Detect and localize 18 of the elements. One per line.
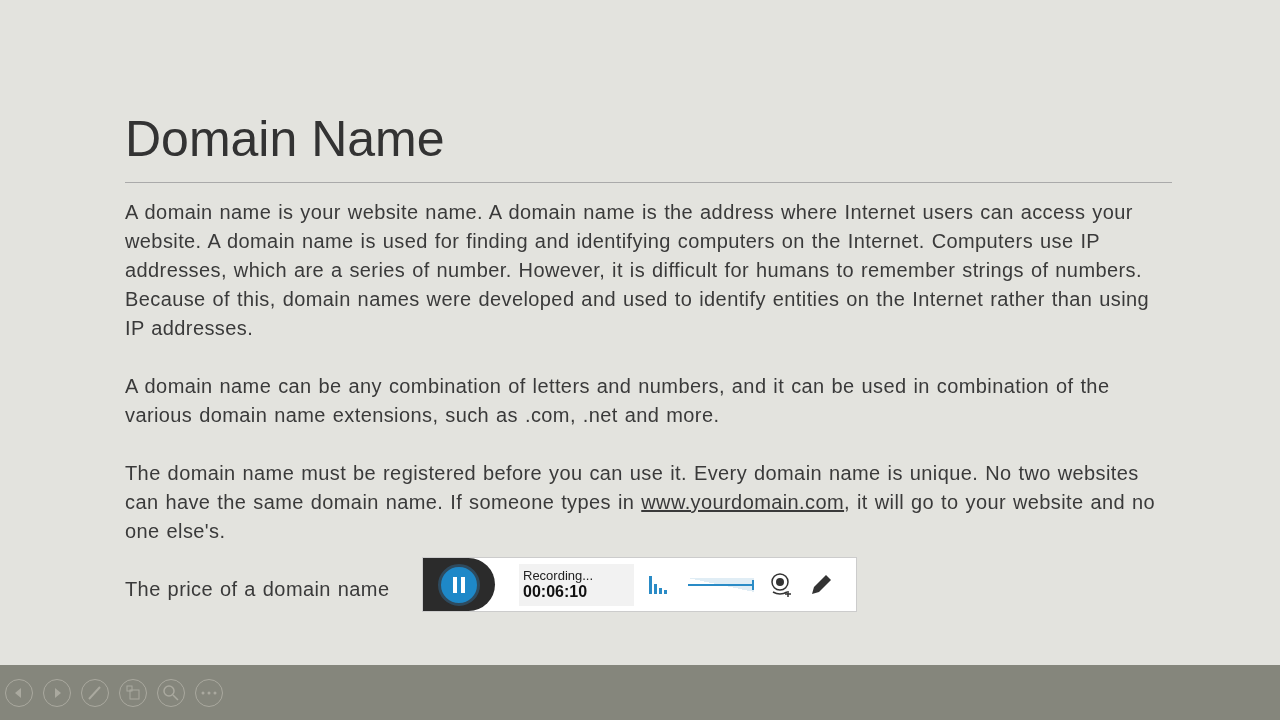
link[interactable]: www.yourdomain.com [641, 491, 845, 513]
audio-level-icon [648, 573, 670, 596]
paragraph: A domain name can be any combination of letters and numbers, and it can be used in combination of the various domain name extensions, such as .com, .net and more. [125, 374, 1111, 428]
next-icon[interactable] [42, 677, 72, 708]
recording-timer: 00:06:10 [523, 583, 589, 601]
webcam-icon[interactable] [768, 571, 794, 598]
pause-button[interactable] [438, 563, 480, 606]
paragraph: The price of a domain name [125, 577, 390, 602]
paragraph: A domain name is your website name. A domain name is the address where Internet users can access your website. A domain name is used for finding and identifying computers on the Internet. Computers use IP addresses, which are a series of number. However, it is difficult for humans to remember strings of numbers. Because of this, domain names were developed and used to identify entities on the Internet rather than using IP addresses. [125, 200, 1151, 341]
pause-icon [452, 575, 466, 594]
more-icon[interactable] [194, 677, 224, 708]
paragraph: The domain name must be registered before you can use it. Every domain name is unique. No two websites can have the same domain name. If someone types in www.yourdomain.com, it will go to your website and no one else's. [125, 461, 1157, 544]
recording-status: Recording... [523, 568, 595, 583]
zoom-icon[interactable] [156, 677, 186, 708]
slide-title: Domain Name [125, 110, 445, 169]
pen-icon[interactable] [80, 677, 110, 708]
previous-icon[interactable] [4, 677, 34, 708]
slides-icon[interactable] [118, 677, 148, 708]
